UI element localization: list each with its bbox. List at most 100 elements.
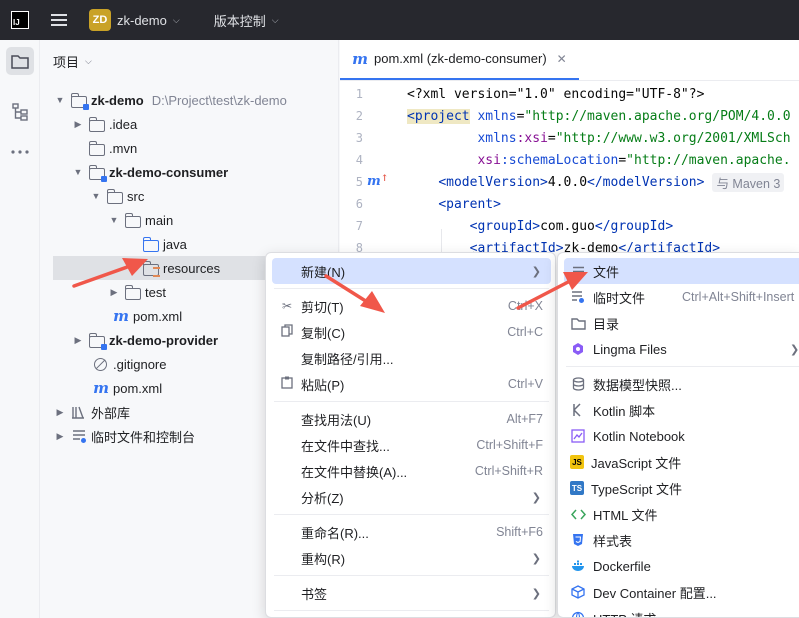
chevron-right-icon[interactable]: ▶ xyxy=(107,287,121,298)
chevron-down-icon[interactable]: ⌵ xyxy=(272,15,279,26)
chevron-down-icon[interactable]: ▼ xyxy=(89,191,103,201)
menu-item-paste[interactable]: 粘贴(P) Ctrl+V xyxy=(272,371,551,397)
tree-item-idea[interactable]: ▶ .idea xyxy=(41,112,339,136)
tab-pom-xml[interactable]: m pom.xml (zk-demo-consumer) ✕ xyxy=(340,39,579,80)
menu-item-new[interactable]: 新建(N) ❯ xyxy=(272,258,551,284)
chevron-right-icon[interactable]: ▶ xyxy=(71,119,85,130)
menu-item-find-usages[interactable]: 查找用法(U) Alt+F7 xyxy=(272,406,551,432)
copy-icon xyxy=(279,324,295,340)
submenu-item-file[interactable]: 文件 xyxy=(564,258,799,284)
folder-icon xyxy=(570,315,586,331)
tree-item-label: zk-demo xyxy=(91,92,144,108)
menu-item-rename[interactable]: 重命名(R)... Shift+F6 xyxy=(272,519,551,545)
database-icon xyxy=(570,376,586,392)
menu-item-replace-in-files[interactable]: 在文件中替换(A)... Ctrl+Shift+R xyxy=(272,458,551,484)
submenu-item-http-request[interactable]: HTTP 请求 xyxy=(564,605,799,617)
submenu-item-directory[interactable]: 目录 xyxy=(564,310,799,336)
intellij-logo-icon[interactable]: IJ xyxy=(11,11,29,29)
folder-icon xyxy=(89,140,105,156)
submenu-item-data-model-snapshot[interactable]: 数据模型快照... xyxy=(564,371,799,397)
library-icon xyxy=(71,404,87,420)
vcs-menu[interactable]: 版本控制 xyxy=(214,11,266,30)
chevron-down-icon[interactable]: ⌵ xyxy=(173,15,180,26)
scratches-icon xyxy=(71,428,87,444)
project-tool-icon[interactable] xyxy=(6,47,34,75)
chevron-right-icon[interactable]: ▶ xyxy=(71,335,85,346)
resources-folder-icon xyxy=(143,260,160,277)
tree-item-label: main xyxy=(145,212,174,228)
folder-icon xyxy=(89,116,105,132)
context-menu: 新建(N) ❯ ✂ 剪切(T) Ctrl+X 复制(C) Ctrl+C 复制路径/… xyxy=(265,252,556,618)
submenu-item-dockerfile[interactable]: Dockerfile xyxy=(564,553,799,579)
code-line: 3 xmlns:xsi = "http://www.w3.org/2001/XMLS… xyxy=(355,130,791,146)
tree-item-label: resources xyxy=(163,260,221,276)
ignore-file-icon xyxy=(94,357,107,371)
project-name[interactable]: zk-demo xyxy=(117,13,167,28)
tree-item-zk-demo[interactable]: ▼ zk-demo D:\Project\test\zk-demo xyxy=(41,88,339,112)
submenu-item-dev-container[interactable]: Dev Container 配置... xyxy=(564,579,799,605)
chevron-down-icon[interactable]: ▼ xyxy=(53,95,67,105)
tree-item-label: zk-demo-provider xyxy=(109,332,219,348)
menu-item-find-in-files[interactable]: 在文件中查找... Ctrl+Shift+F xyxy=(272,432,551,458)
chevron-right-icon[interactable]: ▶ xyxy=(53,431,67,442)
main-menu-icon[interactable] xyxy=(51,14,67,26)
code-line: 7 <groupId> com.guo </groupId> xyxy=(355,218,674,234)
code-line: 6 m↑ <parent> xyxy=(355,173,501,212)
tree-item-label: 外部库 xyxy=(91,405,131,421)
inlay-hint[interactable]: 与 Maven 3 xyxy=(712,172,785,192)
submenu-item-lingma-files[interactable]: Lingma Files ❯ xyxy=(564,336,799,362)
menu-item-analyze[interactable]: 分析(Z) ❯ xyxy=(272,484,551,510)
title-bar: IJ ZD zk-demo ⌵ 版本控制 ⌵ xyxy=(0,0,799,40)
module-folder-icon xyxy=(71,92,89,110)
submenu-item-html-file[interactable]: HTML 文件 xyxy=(564,501,799,527)
tree-item-label: .gitignore xyxy=(113,356,167,372)
menu-item-refactor[interactable]: 重构(R) ❯ xyxy=(272,545,551,571)
html-icon xyxy=(570,506,586,522)
maven-icon: m xyxy=(93,379,109,397)
chevron-down-icon[interactable]: ▼ xyxy=(107,215,121,225)
folder-icon xyxy=(125,212,141,228)
menu-item-cut[interactable]: ✂ 剪切(T) Ctrl+X xyxy=(272,293,551,319)
project-panel-header[interactable]: 项目 ⌵ xyxy=(41,40,338,82)
menu-item-bookmarks[interactable]: 书签 ❯ xyxy=(272,580,551,606)
menu-item-copy[interactable]: 复制(C) Ctrl+C xyxy=(272,319,551,345)
tab-label: pom.xml (zk-demo-consumer) xyxy=(374,51,547,66)
tree-item-mvn[interactable]: .mvn xyxy=(41,136,339,160)
project-badge[interactable]: ZD xyxy=(89,9,111,31)
menu-item-copy-path[interactable]: 复制路径/引用... xyxy=(272,345,551,371)
chevron-right-icon: ❯ xyxy=(531,552,541,565)
code-line: 2 <project xmlns = "http://maven.apache.or… xyxy=(355,108,791,124)
submenu-item-scratch-file[interactable]: 临时文件 Ctrl+Alt+Shift+Insert xyxy=(564,284,799,310)
tree-item-zk-demo-consumer[interactable]: ▼ zk-demo-consumer xyxy=(41,160,339,184)
chevron-down-icon[interactable]: ⌵ xyxy=(85,56,92,67)
close-icon[interactable]: ✕ xyxy=(557,52,567,66)
submenu-item-kotlin-notebook[interactable]: Kotlin Notebook xyxy=(564,423,799,449)
kotlin-script-icon xyxy=(570,402,586,418)
scissors-icon: ✂ xyxy=(281,299,293,313)
typescript-icon: TS xyxy=(570,481,584,495)
tree-item-main[interactable]: ▼ main xyxy=(41,208,339,232)
chevron-down-icon[interactable]: ▼ xyxy=(71,167,85,177)
maven-icon: m xyxy=(113,307,129,325)
structure-tool-icon[interactable] xyxy=(6,98,34,126)
submenu-item-stylesheet[interactable]: 样式表 xyxy=(564,527,799,553)
chevron-right-icon: ❯ xyxy=(531,587,541,600)
javascript-icon: JS xyxy=(570,455,584,469)
chevron-right-icon[interactable]: ▶ xyxy=(53,407,67,418)
left-tool-strip xyxy=(0,40,40,618)
chevron-right-icon: ❯ xyxy=(531,265,541,278)
lingma-icon xyxy=(570,341,586,357)
submenu-item-kotlin-script[interactable]: Kotlin 脚本 xyxy=(564,397,799,423)
css-icon xyxy=(570,532,586,548)
folder-icon xyxy=(107,188,123,204)
more-tools-icon[interactable] xyxy=(6,138,34,166)
module-folder-icon xyxy=(89,332,107,350)
tree-item-src[interactable]: ▼ src xyxy=(41,184,339,208)
file-icon xyxy=(570,263,586,279)
submenu-item-typescript-file[interactable]: TS TypeScript 文件 xyxy=(564,475,799,501)
module-folder-icon xyxy=(89,164,107,182)
docker-icon xyxy=(570,558,586,574)
maven-parent-gutter-icon[interactable]: m↑ xyxy=(367,174,388,189)
submenu-item-javascript-file[interactable]: JS JavaScript 文件 xyxy=(564,449,799,475)
chevron-right-icon: ❯ xyxy=(531,491,541,504)
